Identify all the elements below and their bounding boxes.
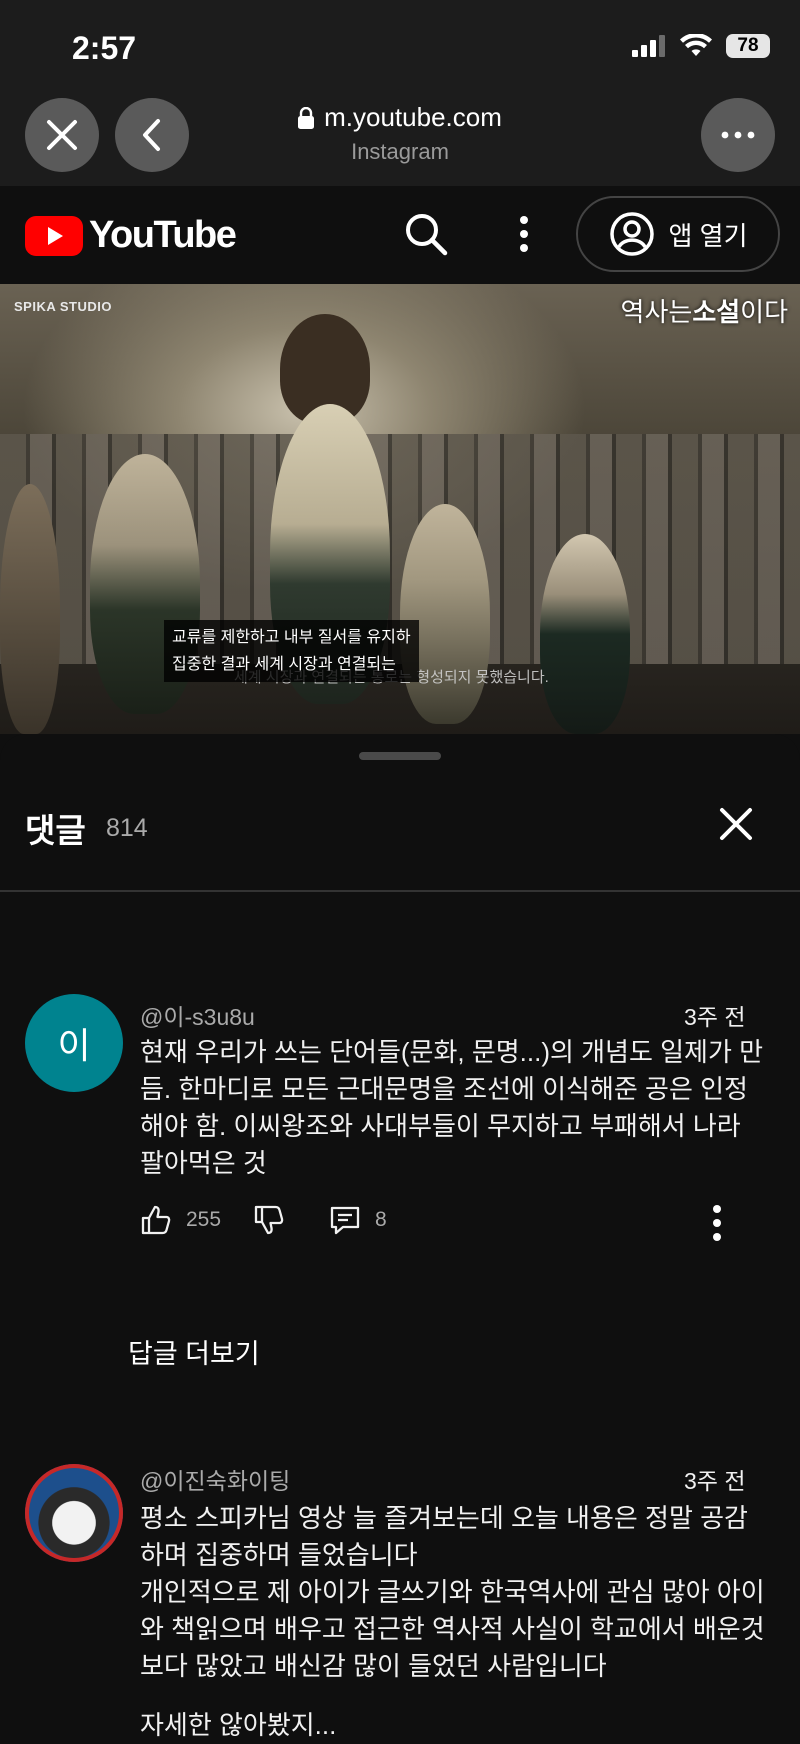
like-icon[interactable] <box>140 1204 172 1236</box>
youtube-logo[interactable]: YouTube <box>25 214 237 257</box>
video-watermark: SPIKA STUDIO <box>14 299 112 314</box>
comment-time: 3주 전 <box>684 1004 746 1030</box>
back-button[interactable] <box>115 98 189 172</box>
status-time: 2:57 <box>72 30 137 66</box>
open-app-label: 앱 열기 <box>668 220 748 251</box>
comments-count: 814 <box>106 814 148 842</box>
comment-author[interactable]: @이-s3u8u <box>140 998 255 1032</box>
signal-icon <box>632 35 665 57</box>
comment-more-icon[interactable] <box>710 1204 724 1242</box>
lock-icon <box>298 106 315 129</box>
divider <box>0 890 800 892</box>
in-app-browser-bar: m.youtube.com Instagram <box>0 90 800 186</box>
video-frame-child-4 <box>0 484 60 734</box>
youtube-play-logo-icon <box>25 215 83 256</box>
youtube-header: YouTube 앱 열기 <box>0 186 800 284</box>
search-icon[interactable] <box>404 212 448 256</box>
source-app-label: Instagram <box>351 139 449 164</box>
chevron-left-icon <box>143 119 160 151</box>
more-replies-button[interactable]: 답글 더보기 <box>128 1332 260 1371</box>
reply-icon[interactable] <box>329 1204 361 1236</box>
close-browser-button[interactable] <box>25 98 99 172</box>
avatar[interactable] <box>25 1464 123 1562</box>
status-bar: 2:57 78 <box>0 0 800 90</box>
dislike-icon[interactable] <box>253 1204 285 1236</box>
comment-time: 3주 전 <box>684 1468 746 1494</box>
account-icon <box>609 212 654 256</box>
comment-text: 평소 스피카님 영상 늘 즐겨보는데 오늘 내용은 정말 공감하며 집중하며 들… <box>140 1503 765 1740</box>
battery-indicator: 78 <box>726 34 770 58</box>
video-title-overlay: 역사는소설이다 <box>620 297 788 327</box>
close-comments-icon[interactable] <box>716 804 756 844</box>
video-frame-child-3 <box>540 534 630 734</box>
reply-count: 8 <box>375 1208 387 1231</box>
status-icons: 78 <box>632 34 770 58</box>
avatar[interactable]: 이 <box>25 994 123 1092</box>
url-area[interactable]: m.youtube.com Instagram <box>200 102 600 165</box>
comments-sheet: 댓글 814 이 @이-s3u8u 3주 전 현재 우리가 쓰는 단어들(문화,… <box>0 734 800 1740</box>
comments-title: 댓글 <box>25 812 86 849</box>
wifi-icon <box>680 34 712 56</box>
video-frame-child-2 <box>400 504 490 724</box>
close-icon <box>47 120 77 150</box>
browser-more-button[interactable] <box>701 98 775 172</box>
more-vertical-icon[interactable] <box>517 214 531 254</box>
sheet-drag-handle[interactable] <box>359 752 441 760</box>
comment-author[interactable]: @이진숙화이팅 <box>140 1462 290 1496</box>
comment-item: 이 <box>25 994 123 1092</box>
video-subtitle: 교류를 제한하고 내부 질서를 유지하 집중한 결과 세계 시장과 연결되는 <box>164 620 419 682</box>
comment-text: 현재 우리가 쓰는 단어들(문화, 문명...)의 개념도 일제가 만듬. 한마… <box>140 1037 764 1178</box>
video-player[interactable]: SPIKA STUDIO 역사는소설이다 세계 시장과 연결되는 통로는 형성되… <box>0 284 800 734</box>
like-count: 255 <box>186 1208 222 1231</box>
more-horizontal-icon <box>721 131 755 139</box>
comment-actions: 255 8 <box>140 1204 387 1236</box>
open-app-button[interactable]: 앱 열기 <box>576 196 780 272</box>
url-text: m.youtube.com <box>324 102 502 132</box>
youtube-wordmark: YouTube <box>89 214 237 256</box>
avatar-letter: 이 <box>57 1025 91 1066</box>
